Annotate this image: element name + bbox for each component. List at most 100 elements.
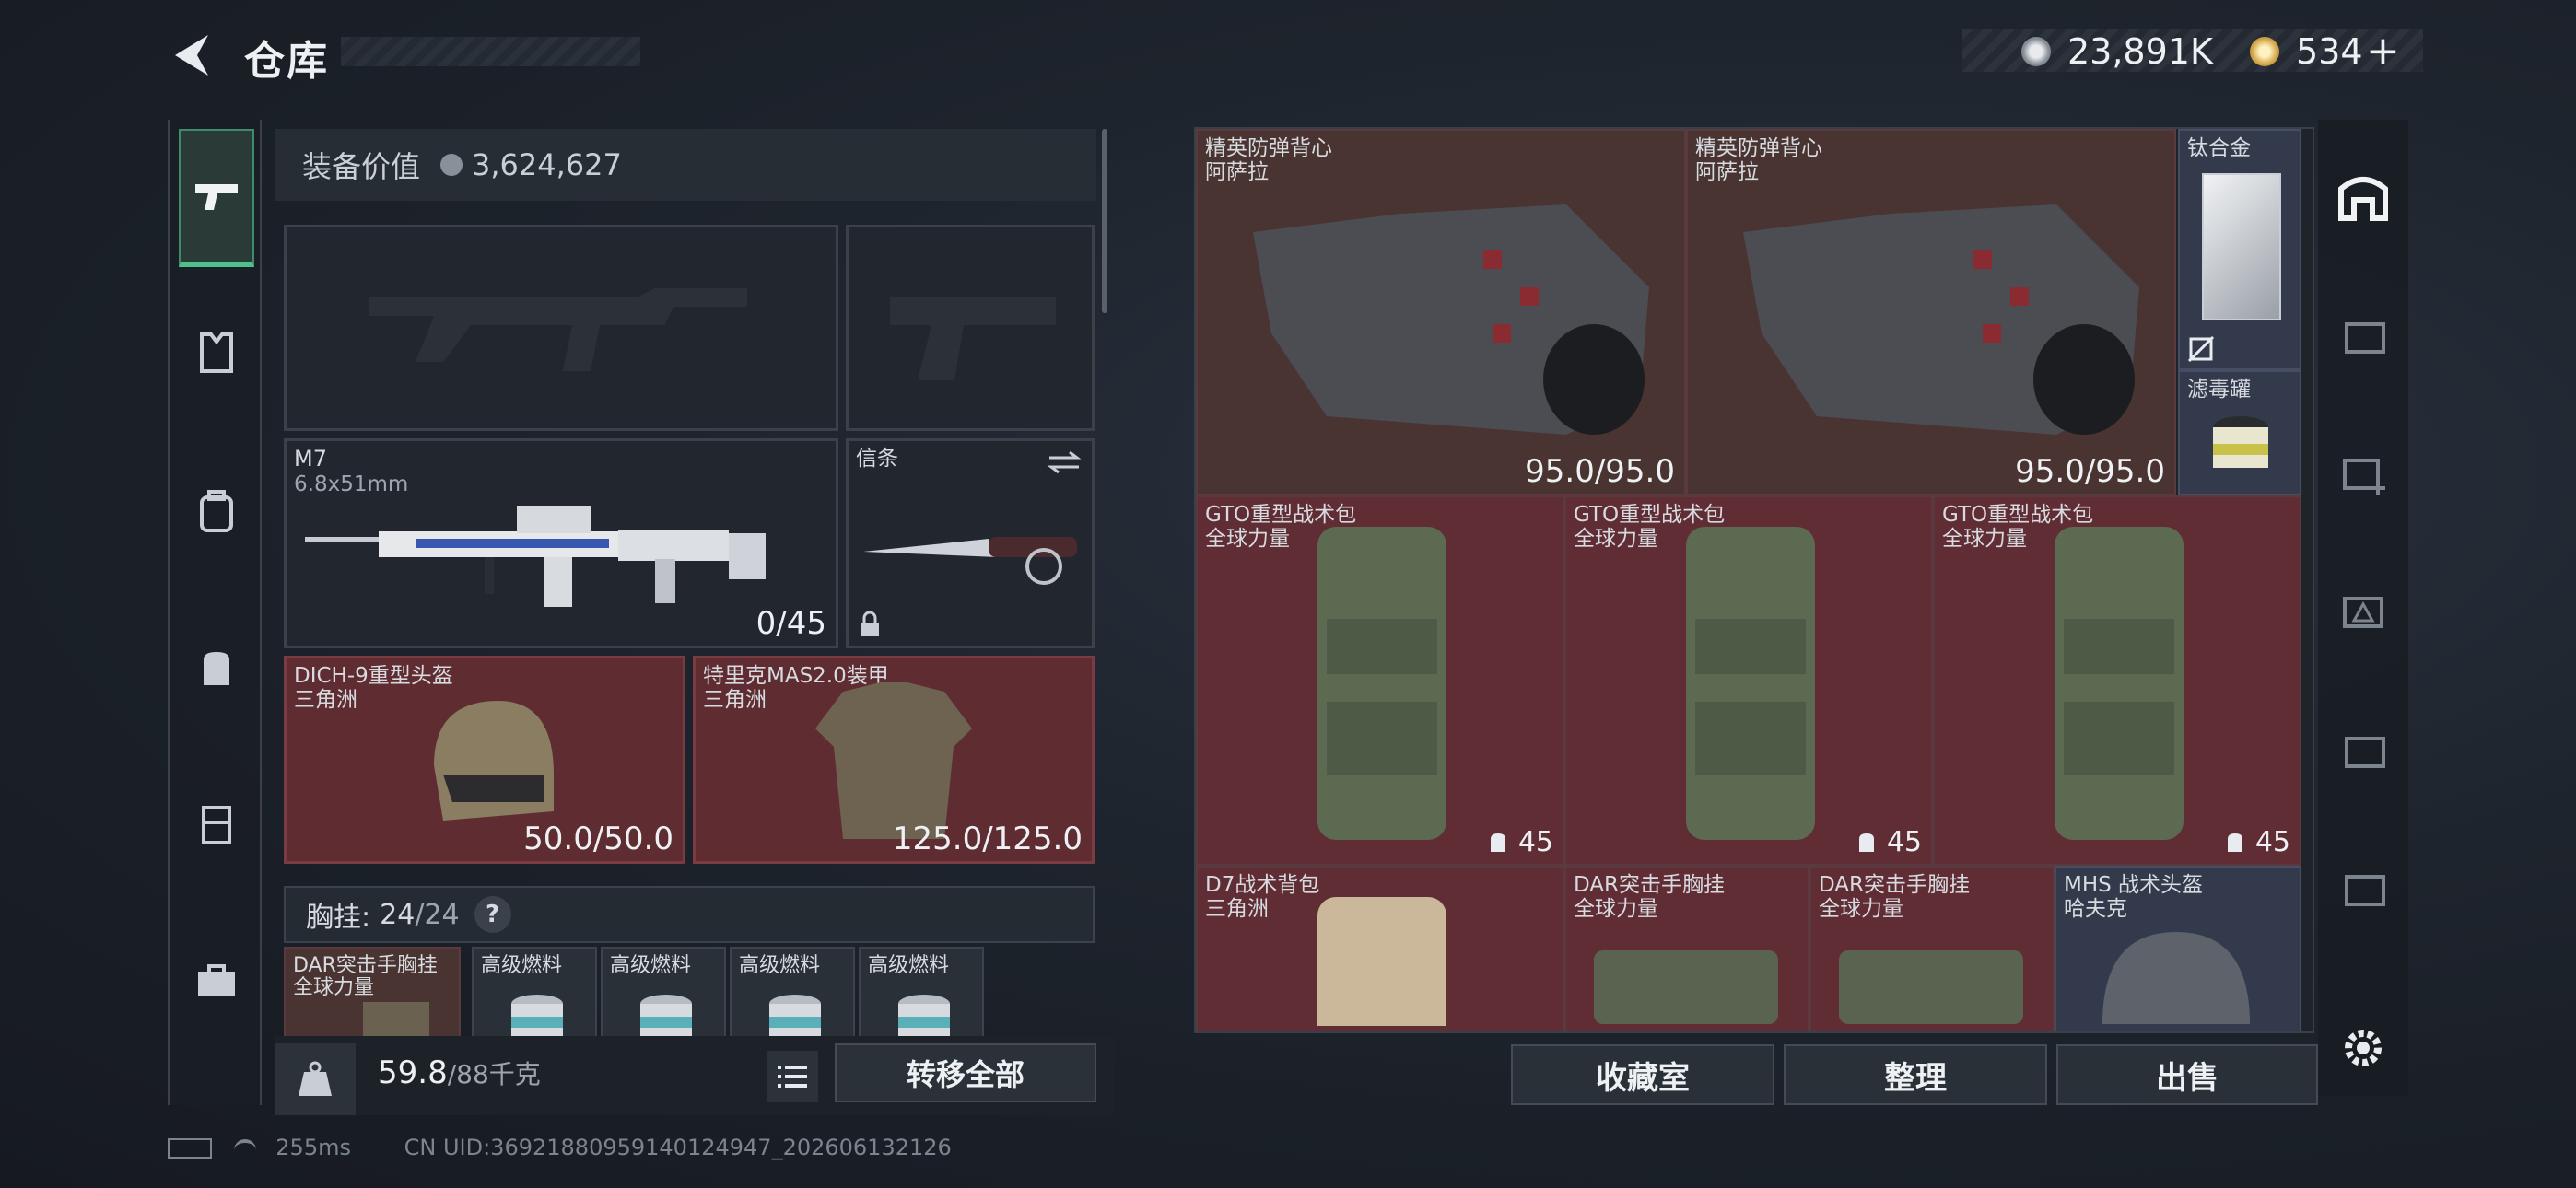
- loadout-scrollbar[interactable]: [1102, 129, 1107, 313]
- weight-readout: 59.8/88千克: [378, 1054, 541, 1091]
- tab-storage-iv-2[interactable]: [2318, 403, 2408, 542]
- item-name: DAR突击手胸挂: [1574, 873, 1726, 897]
- bag-icon: [204, 652, 229, 685]
- gold-coin-icon: [2250, 37, 2279, 66]
- transfer-all-button[interactable]: 转移全部: [835, 1043, 1096, 1102]
- collection-button[interactable]: 收藏室: [1511, 1044, 1774, 1105]
- melee-slot[interactable]: 信条: [846, 438, 1095, 648]
- tab-storage-main[interactable]: [2318, 127, 2408, 265]
- swap-icon[interactable]: [1046, 448, 1083, 476]
- wifi-icon: [233, 1139, 256, 1158]
- vest-image: [1743, 204, 2139, 435]
- equip-value: 3,624,627: [472, 147, 622, 182]
- item-durability: 95.0/95.0: [2015, 453, 2165, 490]
- storage-grid: 精英防弹背心 阿萨拉 95.0/95.0 精英防弹背心 阿萨拉 95.0/95.…: [1194, 127, 2314, 1033]
- add-gold-button[interactable]: +: [2366, 28, 2400, 75]
- chest-rig-image: [1839, 950, 2023, 1024]
- capacity-value: 45: [1517, 826, 1553, 858]
- loadout-panel: 装备价值 3,624,627 M7 6.8x51mm 0/45 信条 DICH-…: [275, 120, 1115, 1114]
- capacity-count: 45: [2222, 826, 2290, 858]
- weight-current: 59.8: [378, 1054, 448, 1091]
- item-name: 高级燃料: [739, 954, 821, 977]
- storage-expansion-icon: [2345, 322, 2385, 354]
- item-name: 精英防弹背心: [1695, 136, 1822, 160]
- container-icon: [202, 806, 231, 844]
- item-name: 滤毒罐: [2187, 378, 2251, 402]
- equip-value-row: 装备价值 3,624,627: [275, 129, 1096, 201]
- helmet-slot[interactable]: DICH-9重型头盔 三角洲 50.0/50.0: [284, 656, 685, 864]
- backpack-image: [1686, 527, 1815, 840]
- pistol-silhouette-icon: [890, 297, 1056, 380]
- weight-max: /88千克: [447, 1059, 541, 1089]
- pistol-icon: [195, 183, 238, 210]
- item-faction: 全球力量: [1942, 527, 2027, 551]
- warehouse-icon: [2338, 177, 2388, 221]
- item-faction: 哈夫克: [2064, 897, 2127, 921]
- storage-expansion-icon: [2345, 737, 2385, 768]
- tab-storage-iv-3[interactable]: [2318, 542, 2408, 680]
- sell-button[interactable]: 出售: [2056, 1044, 2318, 1105]
- silver-coin-icon: [440, 154, 463, 176]
- armor-faction: 三角洲: [703, 688, 767, 712]
- helmet-durability: 50.0/50.0: [523, 821, 673, 857]
- primary-weapon-slot[interactable]: M7 6.8x51mm 0/45: [284, 438, 838, 648]
- nav-bag[interactable]: [179, 599, 254, 737]
- settings-button[interactable]: [2318, 1011, 2408, 1085]
- primary-weapon-slot-empty[interactable]: [284, 225, 838, 431]
- back-button[interactable]: [166, 28, 221, 83]
- m7-rifle-image: [305, 506, 766, 607]
- nav-container[interactable]: [179, 755, 254, 893]
- equip-value-label: 装备价值: [302, 149, 421, 184]
- storage-item[interactable]: DAR突击手胸挂 全球力量: [1564, 866, 1809, 1031]
- storage-item[interactable]: 钛合金: [2178, 129, 2301, 370]
- vest-image: [1253, 204, 1649, 435]
- vest-icon: [200, 332, 233, 373]
- armor-slot[interactable]: 特里克MAS2.0装甲 三角洲 125.0/125.0: [693, 656, 1095, 864]
- nav-backpack[interactable]: [179, 442, 254, 580]
- item-name: 钛合金: [2187, 136, 2251, 160]
- capacity-icon: [1858, 833, 1874, 852]
- title-decoration: [341, 37, 640, 66]
- tab-storage-iv-4[interactable]: [2318, 680, 2408, 818]
- storage-item[interactable]: 精英防弹背心 阿萨拉 95.0/95.0: [1686, 129, 2176, 495]
- tab-storage-ii[interactable]: [2318, 818, 2408, 956]
- weight-badge: [275, 1043, 356, 1115]
- weight-icon: [299, 1061, 332, 1096]
- item-faction: 全球力量: [1574, 527, 1658, 551]
- capacity-value: 45: [1886, 826, 1922, 858]
- helmet-image: [434, 701, 554, 821]
- list-view-button[interactable]: [767, 1051, 818, 1102]
- item-name: DAR突击手胸挂: [1819, 873, 1971, 897]
- capacity-icon: [1490, 833, 1505, 852]
- rifle-silhouette-icon: [369, 288, 747, 371]
- help-button[interactable]: ?: [474, 896, 511, 933]
- backpack-image: [2055, 527, 2184, 840]
- storage-item[interactable]: GTO重型战术包 全球力量 45: [1933, 495, 2301, 866]
- filter-canister-image: [2213, 416, 2268, 468]
- nav-armor[interactable]: [179, 284, 254, 422]
- item-name: 高级燃料: [868, 954, 950, 977]
- item-faction: 三角洲: [1205, 897, 1269, 921]
- chest-rig-total: /24: [415, 898, 460, 931]
- knife-image: [863, 537, 1077, 585]
- storage-item[interactable]: GTO重型战术包 全球力量 45: [1564, 495, 1933, 866]
- tab-storage-iv-1[interactable]: [2318, 265, 2408, 403]
- storage-item[interactable]: 滤毒罐: [2178, 370, 2301, 495]
- nav-weapons[interactable]: [179, 129, 254, 267]
- storage-tabs: [2318, 120, 2408, 1096]
- storage-item[interactable]: D7战术背包 三角洲: [1196, 866, 1564, 1031]
- storage-item[interactable]: GTO重型战术包 全球力量 45: [1196, 495, 1564, 866]
- secondary-weapon-slot-empty[interactable]: [846, 225, 1095, 431]
- silver-coin-icon: [2021, 37, 2051, 66]
- storage-expansion-icon: [2345, 875, 2385, 906]
- ping: 255ms: [275, 1135, 351, 1160]
- chest-rig-header: 胸挂: 24 /24 ?: [284, 886, 1095, 943]
- organize-button[interactable]: 整理: [1784, 1044, 2047, 1105]
- nav-case[interactable]: [179, 912, 254, 1050]
- storage-item[interactable]: MHS 战术头盔 哈夫克: [2055, 866, 2301, 1031]
- storage-item[interactable]: DAR突击手胸挂 全球力量: [1809, 866, 2055, 1031]
- storage-item[interactable]: 精英防弹背心 阿萨拉 95.0/95.0: [1196, 129, 1686, 495]
- armor-durability: 125.0/125.0: [892, 821, 1083, 857]
- item-name: 高级燃料: [610, 954, 692, 977]
- capacity-count: 45: [1854, 826, 1922, 858]
